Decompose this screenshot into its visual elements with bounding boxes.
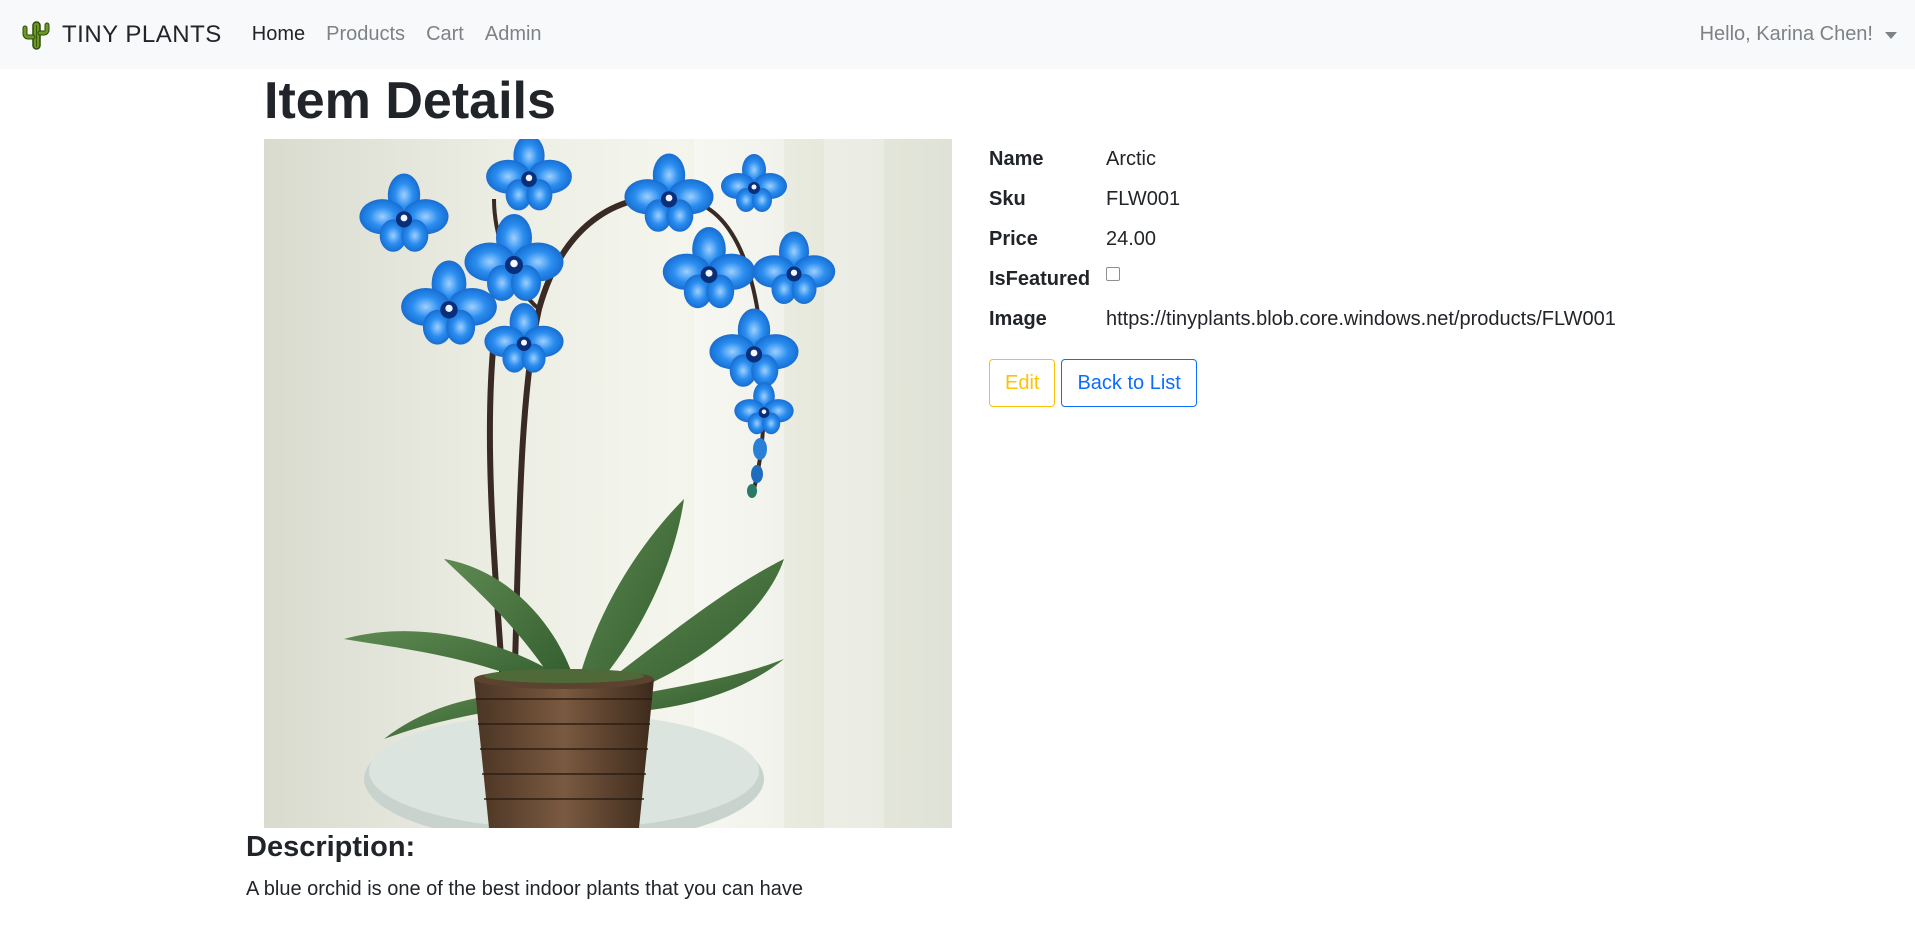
image-label: Image (989, 307, 1047, 330)
page-title: Item Details (264, 72, 556, 130)
cactus-icon (20, 19, 52, 51)
user-menu-dropdown[interactable]: Hello, Karina Chen! (1700, 0, 1897, 69)
back-to-list-button[interactable]: Back to List (1061, 359, 1197, 407)
detail-row-name: Name Arctic (989, 139, 1616, 179)
navbar: TINY PLANTS Home Products Cart Admin Hel… (0, 0, 1915, 69)
isfeatured-label: IsFeatured (989, 267, 1091, 290)
chevron-down-icon (1885, 32, 1897, 39)
description-text: A blue orchid is one of the best indoor … (246, 878, 804, 900)
price-value: 24.00 (1106, 227, 1157, 250)
nav-link-admin[interactable]: Admin (485, 19, 542, 50)
sku-label: Sku (989, 187, 1026, 210)
nav-link-products[interactable]: Products (326, 19, 405, 50)
detail-row-price: Price 24.00 (989, 219, 1616, 259)
nav-link-cart[interactable]: Cart (426, 19, 464, 50)
nav-link-home[interactable]: Home (252, 19, 305, 50)
detail-row-isfeatured: IsFeatured (989, 259, 1616, 299)
name-label: Name (989, 147, 1044, 170)
nav-links: Home Products Cart Admin (252, 19, 542, 50)
detail-row-sku: Sku FLW001 (989, 179, 1616, 219)
user-greeting: Hello, Karina Chen! (1699, 23, 1873, 45)
product-details: Name Arctic Sku FLW001 Price 24.00 IsFea… (989, 139, 1616, 339)
description-heading: Description: (246, 831, 416, 863)
brand-link[interactable]: TINY PLANTS (20, 19, 222, 51)
price-label: Price (989, 227, 1038, 250)
detail-row-image: Image https://tinyplants.blob.core.windo… (989, 299, 1616, 339)
isfeatured-checkbox[interactable] (1106, 267, 1120, 281)
action-buttons: Edit Back to List (989, 359, 1197, 407)
edit-button[interactable]: Edit (989, 359, 1056, 407)
image-url-value: https://tinyplants.blob.core.windows.net… (1106, 307, 1616, 330)
brand-name: TINY PLANTS (62, 20, 222, 48)
product-image (264, 139, 952, 828)
name-value: Arctic (1106, 147, 1156, 170)
sku-value: FLW001 (1106, 187, 1181, 210)
